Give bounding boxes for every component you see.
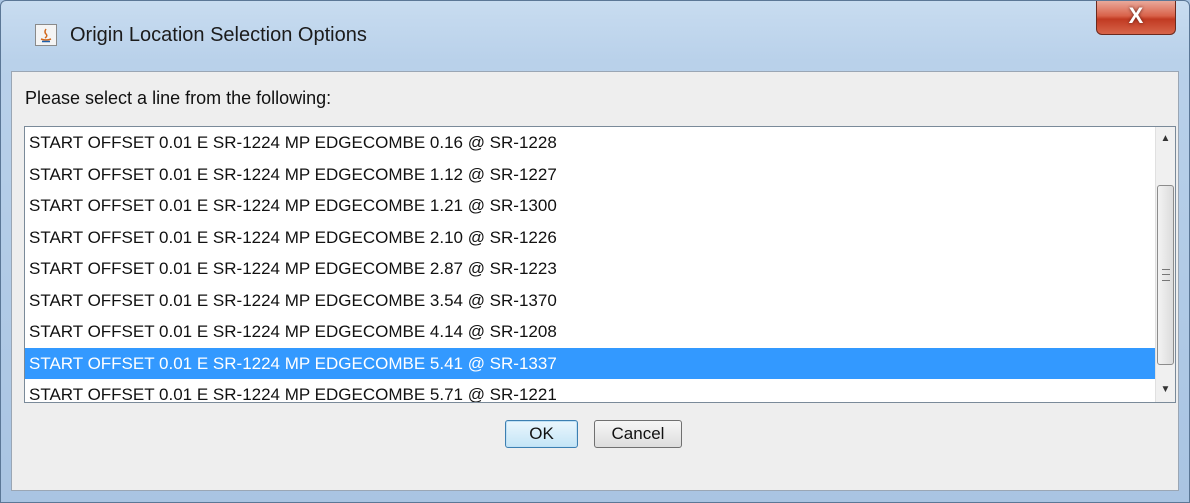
close-icon: X <box>1128 3 1144 28</box>
scroll-thumb[interactable] <box>1157 185 1174 365</box>
java-icon[interactable] <box>35 24 57 46</box>
dialog-window: Origin Location Selection Options X Plea… <box>0 0 1190 503</box>
list-item[interactable]: START OFFSET 0.01 E SR-1224 MP EDGECOMBE… <box>25 379 1155 402</box>
list-item[interactable]: START OFFSET 0.01 E SR-1224 MP EDGECOMBE… <box>25 285 1155 317</box>
list-item[interactable]: START OFFSET 0.01 E SR-1224 MP EDGECOMBE… <box>25 222 1155 254</box>
dialog-content: Please select a line from the following:… <box>11 71 1179 491</box>
list-item[interactable]: START OFFSET 0.01 E SR-1224 MP EDGECOMBE… <box>25 253 1155 285</box>
list-item[interactable]: START OFFSET 0.01 E SR-1224 MP EDGECOMBE… <box>25 159 1155 191</box>
title-bar[interactable]: Origin Location Selection Options X <box>1 1 1189 71</box>
ok-button[interactable]: OK <box>505 420 578 448</box>
list-item[interactable]: START OFFSET 0.01 E SR-1224 MP EDGECOMBE… <box>25 316 1155 348</box>
list-item[interactable]: START OFFSET 0.01 E SR-1224 MP EDGECOMBE… <box>25 190 1155 222</box>
scroll-up-arrow-icon[interactable]: ▲ <box>1156 129 1175 149</box>
line-list-box[interactable]: START OFFSET 0.01 E SR-1224 MP EDGECOMBE… <box>24 126 1176 403</box>
list-item[interactable]: START OFFSET 0.01 E SR-1224 MP EDGECOMBE… <box>25 127 1155 159</box>
cancel-button[interactable]: Cancel <box>594 420 682 448</box>
close-button[interactable]: X <box>1096 1 1176 35</box>
list-item[interactable]: START OFFSET 0.01 E SR-1224 MP EDGECOMBE… <box>25 347 1155 379</box>
prompt-label: Please select a line from the following: <box>25 88 332 108</box>
line-list[interactable]: START OFFSET 0.01 E SR-1224 MP EDGECOMBE… <box>25 127 1155 402</box>
vertical-scrollbar[interactable]: ▲ ▼ <box>1155 127 1175 402</box>
scroll-down-arrow-icon[interactable]: ▼ <box>1156 380 1175 400</box>
window-title: Origin Location Selection Options <box>70 24 367 46</box>
grip-icon <box>1162 269 1170 281</box>
